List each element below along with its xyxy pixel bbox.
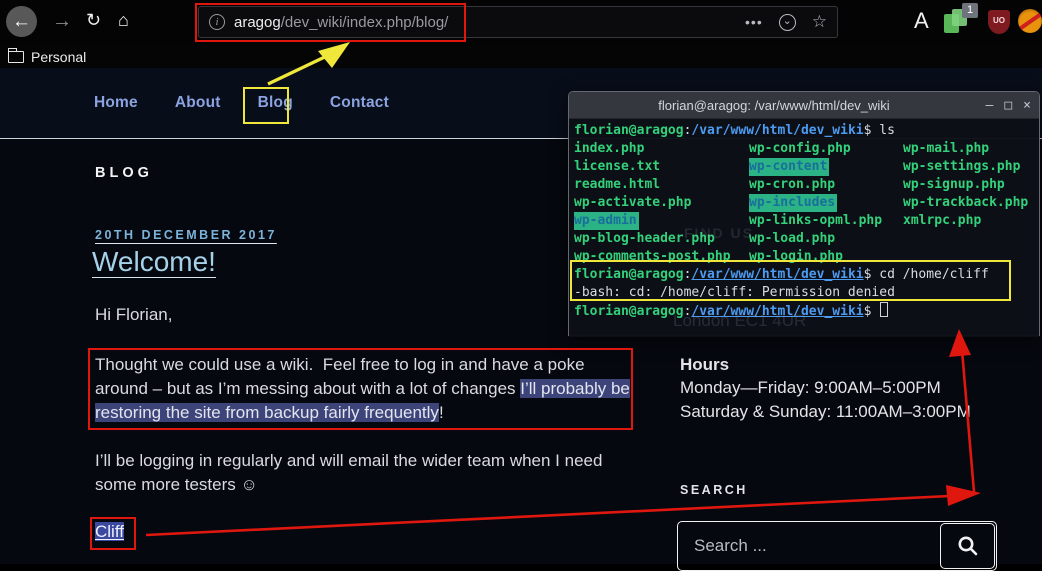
cliff-link[interactable]: Cliff	[95, 522, 124, 541]
foxyproxy-icon[interactable]	[1018, 9, 1042, 33]
file-entry: wp-cron.php	[749, 176, 903, 194]
file-entry: wp-activate.php	[574, 194, 749, 212]
nav-link-about[interactable]: About	[175, 94, 221, 111]
terminal-ls-row: index.phpwp-config.phpwp-mail.php	[574, 140, 1039, 158]
nav-link-blog[interactable]: Blog	[258, 94, 293, 111]
terminal-cursor	[880, 302, 888, 317]
page-title: BLOG	[95, 165, 153, 181]
nav-link-home[interactable]: Home	[94, 94, 138, 111]
bookmark-star-icon[interactable]: ☆	[812, 12, 827, 32]
post-title-link[interactable]: Welcome!	[92, 246, 216, 278]
terminal-error-line: -bash: cd: /home/cliff: Permission denie…	[574, 284, 1039, 302]
file-entry: wp-trackback.php	[903, 194, 1028, 212]
file-entry: wp-links-opml.php	[749, 212, 903, 230]
directory-entry: wp-admin	[574, 212, 639, 230]
window-controls: –□ ×	[986, 92, 1031, 119]
home-button[interactable]: ⌂	[118, 10, 129, 30]
terminal-ls-row: wp-activate.phpwp-includes wp-trackback.p…	[574, 194, 1039, 212]
terminal-ls-row: wp-admin wp-links-opml.phpxmlrpc.php	[574, 212, 1039, 230]
terminal-title: florian@aragog: /var/www/html/dev_wiki	[569, 92, 979, 119]
nav-item-about: About	[175, 94, 221, 112]
bookmarks-bar: Personal	[0, 46, 1042, 68]
nav-item-home: Home	[94, 94, 138, 112]
close-icon[interactable]: ×	[1023, 98, 1031, 113]
bookmark-folder[interactable]: Personal	[31, 49, 86, 65]
extension-a-icon[interactable]: A	[914, 8, 929, 34]
search-section-title: SEARCH	[680, 483, 748, 497]
forward-button[interactable]: →	[52, 11, 72, 31]
file-entry: wp-comments-post.php	[574, 248, 749, 266]
post-greeting: Hi Florian,	[95, 305, 172, 325]
pocket-icon[interactable]: ⌄	[779, 14, 796, 31]
hours-weekend: Saturday & Sunday: 11:00AM–3:00PM	[680, 402, 971, 422]
hours-title: Hours	[680, 355, 729, 375]
terminal-prompt-line: florian@aragog:/var/www/html/dev_wiki$	[574, 302, 1039, 320]
url-bar[interactable]: i aragog/dev_wiki/index.php/blog/ ••• ⌄ …	[198, 6, 838, 38]
page-bleedthrough-address: London EC1 4UR	[673, 311, 806, 331]
page-actions-icon[interactable]: •••	[745, 14, 763, 30]
paragraph-text: Thought we could use a wiki. Feel free t…	[95, 355, 585, 398]
terminal-prompt-line: florian@aragog:/var/www/html/dev_wiki$ c…	[574, 266, 1039, 284]
extension-badge: 1	[962, 3, 978, 18]
post-date-link[interactable]: 20TH DECEMBER 2017	[95, 228, 277, 242]
file-entry: wp-load.php	[749, 230, 903, 248]
nav-item-contact: Contact	[330, 94, 389, 112]
site-nav: Home About Blog Contact	[94, 94, 389, 112]
file-entry: xmlrpc.php	[903, 212, 981, 230]
file-entry: wp-mail.php	[903, 140, 989, 158]
minimize-icon[interactable]: –	[986, 98, 994, 113]
terminal-window[interactable]: florian@aragog: /var/www/html/dev_wiki –…	[568, 91, 1040, 336]
file-entry: wp-signup.php	[903, 176, 1005, 194]
directory-entry: wp-includes	[749, 194, 837, 212]
folder-icon	[8, 51, 24, 63]
browser-toolbar: ← → ↻ ⌂ i aragog/dev_wiki/index.php/blog…	[0, 0, 1042, 46]
nav-link-contact[interactable]: Contact	[330, 94, 389, 111]
terminal-prompt-line: florian@aragog:/var/www/html/dev_wiki$ l…	[574, 122, 1039, 140]
paragraph-text: !	[439, 403, 444, 422]
search-button[interactable]	[940, 523, 995, 569]
page-bleedthrough-findus: FIND US	[684, 225, 754, 241]
terminal-titlebar[interactable]: florian@aragog: /var/www/html/dev_wiki –…	[569, 92, 1039, 119]
terminal-ls-row: wp-comments-post.phpwp-login.php	[574, 248, 1039, 266]
back-button[interactable]: ←	[6, 6, 37, 37]
terminal-ls-row: license.txtwp-content wp-settings.php	[574, 158, 1039, 176]
file-entry: index.php	[574, 140, 749, 158]
file-entry: wp-settings.php	[903, 158, 1020, 176]
post-paragraph-2: I’ll be logging in regularly and will em…	[95, 449, 632, 497]
ublock-shield-icon[interactable]: UO	[988, 10, 1010, 34]
nav-item-blog: Blog	[258, 94, 293, 112]
url-host: aragog	[234, 14, 281, 31]
url-text[interactable]: aragog/dev_wiki/index.php/blog/	[234, 14, 448, 31]
post-paragraph-1: Thought we could use a wiki. Feel free t…	[95, 353, 632, 425]
page-info-icon[interactable]: i	[209, 14, 225, 30]
terminal-ls-row: readme.htmlwp-cron.phpwp-signup.php	[574, 176, 1039, 194]
maximize-icon[interactable]: □	[1004, 98, 1012, 113]
reload-button[interactable]: ↻	[86, 10, 101, 30]
file-entry: readme.html	[574, 176, 749, 194]
hours-weekday: Monday—Friday: 9:00AM–5:00PM	[680, 378, 941, 398]
directory-entry: wp-content	[749, 158, 829, 176]
terminal-body[interactable]: florian@aragog:/var/www/html/dev_wiki$ l…	[569, 119, 1039, 337]
file-entry: wp-config.php	[749, 140, 903, 158]
url-path: /dev_wiki/index.php/blog/	[281, 14, 449, 31]
post-signature: Cliff	[95, 522, 124, 542]
file-entry: license.txt	[574, 158, 749, 176]
search-icon	[956, 534, 980, 558]
terminal-ls-row: wp-blog-header.phpwp-load.php	[574, 230, 1039, 248]
file-entry: wp-login.php	[749, 248, 903, 266]
